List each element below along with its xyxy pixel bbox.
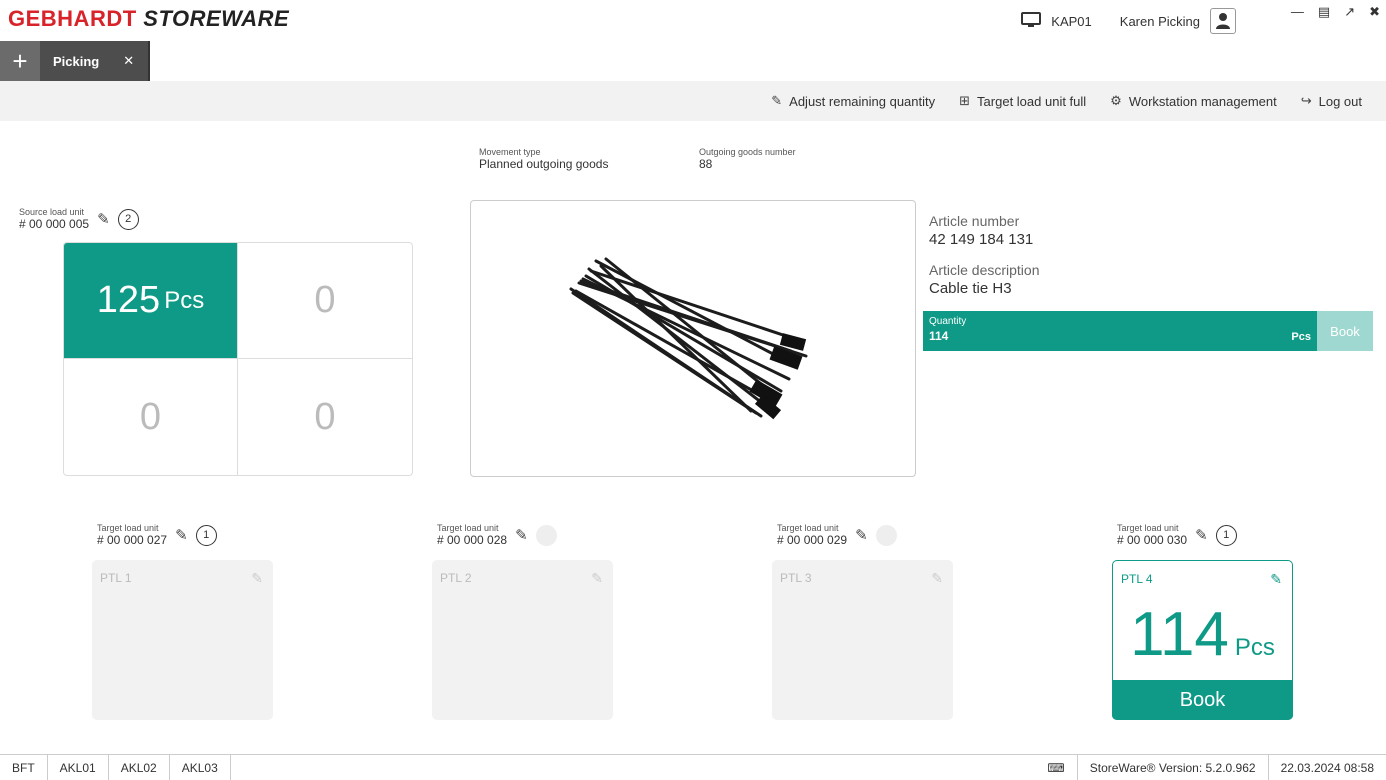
ptl-book-button[interactable]: Book [1112,680,1293,720]
version-info: StoreWare® Version: 5.2.0.962 [1076,755,1268,780]
target-load-unit-3: Target load unit # 00 000 029 ✎ [777,523,897,547]
pencil-icon[interactable]: ✎ [931,570,943,587]
quantity-book-button[interactable]: Book [1317,311,1373,351]
edit-target-pencil-icon[interactable]: ✎ [855,526,868,544]
header-right: KAP01 Karen Picking [1021,8,1236,34]
status-item-akl03[interactable]: AKL03 [170,755,231,780]
workstation-name: KAP01 [1051,13,1092,29]
source-compartment-grid: 125 Pcs 0 0 0 [63,242,413,476]
edit-target-pencil-icon[interactable]: ✎ [175,526,188,544]
article-description: Cable tie H3 [929,280,1012,297]
close-icon[interactable]: ✖ [1369,4,1380,20]
compartment-3[interactable]: 0 [64,359,238,475]
quantity-field[interactable]: Quantity 114 Pcs [923,311,1317,351]
close-tab-icon[interactable]: ✕ [123,53,134,69]
source-load-unit-number: # 00 000 005 [19,217,90,231]
ptl-4[interactable]: PTL 4 ✎ 114 Pcs Book [1112,560,1293,720]
pencil-icon[interactable]: ✎ [251,570,263,587]
ptl-1[interactable]: PTL 1 ✎ [92,560,273,720]
edit-source-pencil-icon[interactable]: ✎ [97,210,110,228]
article-details: Article number 42 149 184 131 Article de… [929,213,1040,297]
pencil-icon[interactable]: ✎ [1270,571,1282,588]
source-load-unit-header: Source load unit # 00 000 005 ✎ 2 [19,207,139,231]
target-count-badge: 1 [1215,524,1237,546]
ptl-2[interactable]: PTL 2 ✎ [432,560,613,720]
window-controls: — ▤ ↗ ✖ [1291,4,1380,20]
keyboard-icon[interactable]: ⌨ [1035,755,1076,780]
target-load-unit-full-button[interactable]: ⊞ Target load unit full [959,93,1086,109]
pencil-icon[interactable]: ✎ [591,570,603,587]
monitor-icon [1021,11,1042,31]
edit-target-pencil-icon[interactable]: ✎ [1195,526,1208,544]
ptl-3[interactable]: PTL 3 ✎ [772,560,953,720]
logout-icon: ↪ [1300,93,1312,108]
adjust-remaining-quantity-button[interactable]: ✎ Adjust remaining quantity [771,93,935,109]
target-count-badge [535,524,557,546]
status-item-akl01[interactable]: AKL01 [48,755,109,780]
compartment-2[interactable]: 0 [238,243,412,359]
logout-button[interactable]: ↪ Log out [1301,93,1362,109]
source-count-badge: 2 [117,208,139,230]
grid-icon: ⊞ [959,93,971,108]
maximize-icon[interactable]: ▤ [1318,4,1330,20]
user-name: Karen Picking [1119,13,1200,29]
user-avatar-icon[interactable] [1210,8,1236,34]
tab-bar: + Picking ✕ [0,41,151,81]
ptl-quantity: 114 Pcs [1130,600,1275,669]
target-count-badge [875,524,897,546]
compartment-4[interactable]: 0 [238,359,412,475]
outgoing-goods-number: Outgoing goods number 88 [699,147,796,171]
status-bar: BFT AKL01 AKL02 AKL03 ⌨ StoreWare® Versi… [0,754,1386,780]
article-number: 42 149 184 131 [929,231,1034,248]
add-tab-button[interactable]: + [0,41,40,81]
status-item-akl02[interactable]: AKL02 [109,755,170,780]
article-image [470,200,916,477]
workstation-management-button[interactable]: ⚙ Workstation management [1110,93,1277,109]
edit-target-pencil-icon[interactable]: ✎ [515,526,528,544]
target-load-unit-2: Target load unit # 00 000 028 ✎ [437,523,557,547]
status-item-bft[interactable]: BFT [0,755,48,780]
gear-icon: ⚙ [1110,93,1122,108]
minimize-icon[interactable]: — [1291,4,1304,20]
movement-type: Movement type Planned outgoing goods [479,147,609,171]
brand-logo: GEBHARDT STOREWARE [8,6,290,31]
fullscreen-icon[interactable]: ↗ [1344,4,1355,20]
target-load-unit-1: Target load unit # 00 000 027 ✎ 1 [97,523,217,547]
compartment-1[interactable]: 125 Pcs [64,243,238,359]
tab-picking[interactable]: Picking ✕ [40,41,151,81]
pencil-icon: ✎ [771,93,783,108]
datetime: 22.03.2024 08:58 [1267,755,1386,780]
target-count-badge: 1 [195,524,217,546]
toolbar: ✎ Adjust remaining quantity ⊞ Target loa… [0,81,1386,121]
target-load-unit-4: Target load unit # 00 000 030 ✎ 1 [1117,523,1237,547]
